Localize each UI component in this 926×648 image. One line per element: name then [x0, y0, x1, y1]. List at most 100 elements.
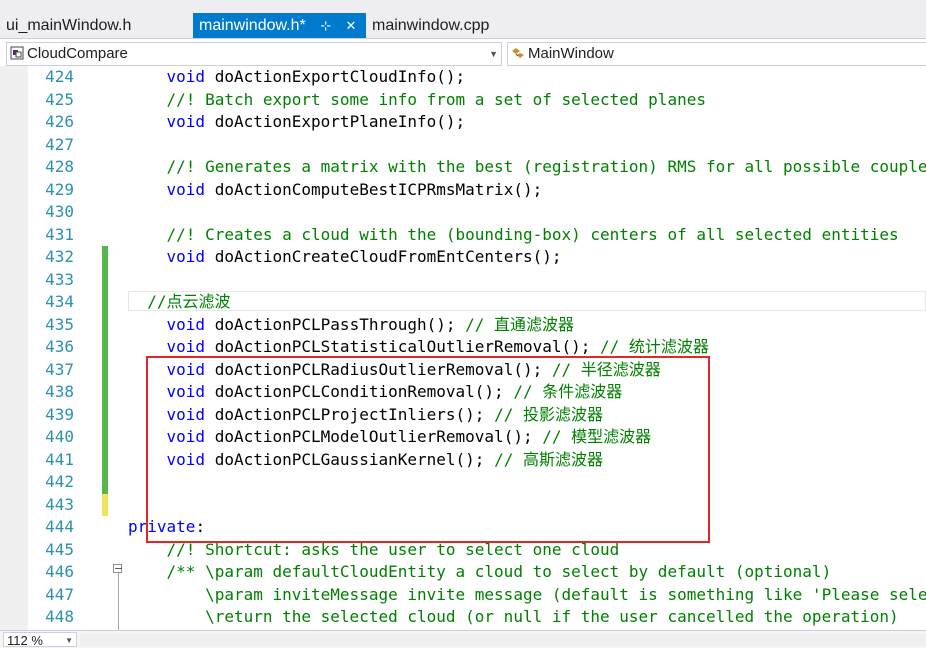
tab-label: mainwindow.h* — [199, 17, 306, 34]
line-number: 447 — [45, 584, 74, 604]
code-line: 431 //! Creates a cloud with the (boundi… — [0, 224, 926, 247]
line-number: 425 — [45, 89, 74, 109]
code-token: doActionExportCloudInfo(); — [214, 67, 466, 86]
line-number: 426 — [45, 112, 74, 131]
code-token: doActionPCLStatisticalOutlierRemoval(); — [214, 337, 601, 356]
saved-change-marker — [102, 313, 108, 336]
editor-status-bar: 112 % ▼ — [0, 630, 926, 648]
project-dropdown[interactable]: CloudCompare ▼ — [6, 42, 502, 66]
line-number: 445 — [45, 539, 74, 559]
keyword-token: void — [166, 67, 215, 86]
line-number: 441 — [45, 449, 74, 469]
code-text: void doActionCreateCloudFromEntCenters()… — [128, 246, 562, 269]
line-number: 424 — [45, 67, 74, 86]
zoom-level: 112 % — [7, 633, 43, 648]
saved-change-marker — [102, 336, 108, 359]
saved-change-marker — [102, 381, 108, 404]
code-line: 428 //! Generates a matrix with the best… — [0, 156, 926, 179]
code-line: 435 void doActionPCLPassThrough(); // 直通… — [0, 313, 926, 337]
code-text: void doActionExportPlaneInfo(); — [128, 111, 466, 134]
code-line: 427 — [0, 134, 926, 157]
line-number: 439 — [45, 404, 74, 424]
zoom-dropdown[interactable]: 112 % ▼ — [3, 632, 77, 648]
code-text: //! Batch export some info from a set of… — [128, 89, 706, 112]
tab-ui-mainwindow-h[interactable]: ui_mainWindow.h — [0, 13, 192, 38]
tab-label: mainwindow.cpp — [372, 17, 490, 34]
horizontal-scrollbar[interactable] — [80, 634, 926, 646]
unsaved-change-marker — [102, 493, 108, 516]
scope-name: MainWindow — [528, 45, 614, 62]
navigation-bar: CloudCompare ▼ MainWindow — [0, 38, 926, 67]
comment-token: //! Generates a matrix with the best (re… — [166, 157, 926, 176]
code-line: 429 void doActionComputeBestICPRmsMatrix… — [0, 179, 926, 202]
code-line: 432 void doActionCreateCloudFromEntCente… — [0, 246, 926, 269]
saved-change-marker — [102, 246, 108, 269]
line-number: 432 — [45, 247, 74, 266]
code-text: /** \param defaultCloudEntity a cloud to… — [128, 561, 832, 584]
line-number: 434 — [45, 292, 74, 311]
comment-token: //! Batch export some info from a set of… — [166, 89, 706, 109]
annotation-highlight-box — [146, 356, 710, 543]
line-number: 431 — [45, 224, 74, 244]
chevron-down-icon: ▼ — [489, 49, 498, 59]
code-text: void doActionExportCloudInfo(); — [128, 66, 466, 89]
code-line: 447 \param inviteMessage invite message … — [0, 584, 926, 607]
code-text: void doActionPCLPassThrough(); // 直通滤波器 — [128, 314, 575, 337]
keyword-token: void — [166, 179, 215, 199]
document-tab-bar: ui_mainWindow.h mainwindow.h* ⊹ ✕ mainwi… — [0, 0, 926, 38]
code-line: 425 //! Batch export some info from a se… — [0, 89, 926, 112]
code-line: 433 — [0, 268, 926, 291]
code-text: //! Creates a cloud with the (bounding-b… — [128, 224, 899, 247]
line-number: 448 — [45, 607, 74, 626]
comment-token: //! Creates a cloud with the (bounding-b… — [166, 224, 899, 244]
class-icon — [512, 48, 524, 58]
code-line: 424 void doActionExportCloudInfo(); — [0, 66, 926, 89]
close-icon[interactable]: ✕ — [346, 13, 357, 38]
line-number: 443 — [45, 494, 74, 514]
keyword-token: void — [166, 337, 215, 356]
line-number: 427 — [45, 134, 74, 154]
code-text: \return the selected cloud (or null if t… — [128, 606, 899, 629]
code-editor[interactable]: − 424 void doActionExportCloudInfo(); 425… — [0, 66, 926, 630]
comment-token: // 直通滤波器 — [465, 314, 575, 334]
scope-dropdown[interactable]: MainWindow — [507, 42, 926, 66]
comment-token: /** \param defaultCloudEntity a cloud to… — [166, 562, 832, 581]
tab-mainwindow-cpp[interactable]: mainwindow.cpp — [366, 13, 558, 38]
tab-label: ui_mainWindow.h — [6, 17, 132, 34]
code-text: //点云滤波 — [128, 291, 231, 314]
code-line: 434 //点云滤波 — [0, 291, 926, 314]
saved-change-marker — [102, 448, 108, 471]
code-text: //! Generates a matrix with the best (re… — [128, 156, 926, 179]
pin-icon[interactable]: ⊹ — [320, 13, 331, 38]
comment-token: // 统计滤波器 — [600, 337, 709, 356]
saved-change-marker — [102, 268, 108, 291]
line-number: 436 — [45, 337, 74, 356]
code-line: 448 \return the selected cloud (or null … — [0, 606, 926, 629]
line-number: 435 — [45, 314, 74, 334]
keyword-token: void — [166, 247, 215, 266]
comment-token: //点云滤波 — [147, 292, 231, 311]
code-line: 446 /** \param defaultCloudEntity a clou… — [0, 561, 926, 584]
chevron-down-icon: ▼ — [65, 636, 73, 645]
line-number: 444 — [45, 517, 74, 536]
tab-mainwindow-h[interactable]: mainwindow.h* ⊹ ✕ — [193, 13, 366, 38]
comment-token: \return the selected cloud (or null if t… — [205, 607, 899, 626]
line-number: 430 — [45, 202, 74, 221]
line-number: 446 — [45, 562, 74, 581]
code-token: doActionExportPlaneInfo(); — [214, 112, 466, 131]
line-number: 429 — [45, 179, 74, 199]
code-token: doActionCreateCloudFromEntCenters(); — [214, 247, 562, 266]
code-text: \param inviteMessage invite message (def… — [128, 584, 926, 607]
code-token: doActionComputeBestICPRmsMatrix(); — [214, 179, 543, 199]
